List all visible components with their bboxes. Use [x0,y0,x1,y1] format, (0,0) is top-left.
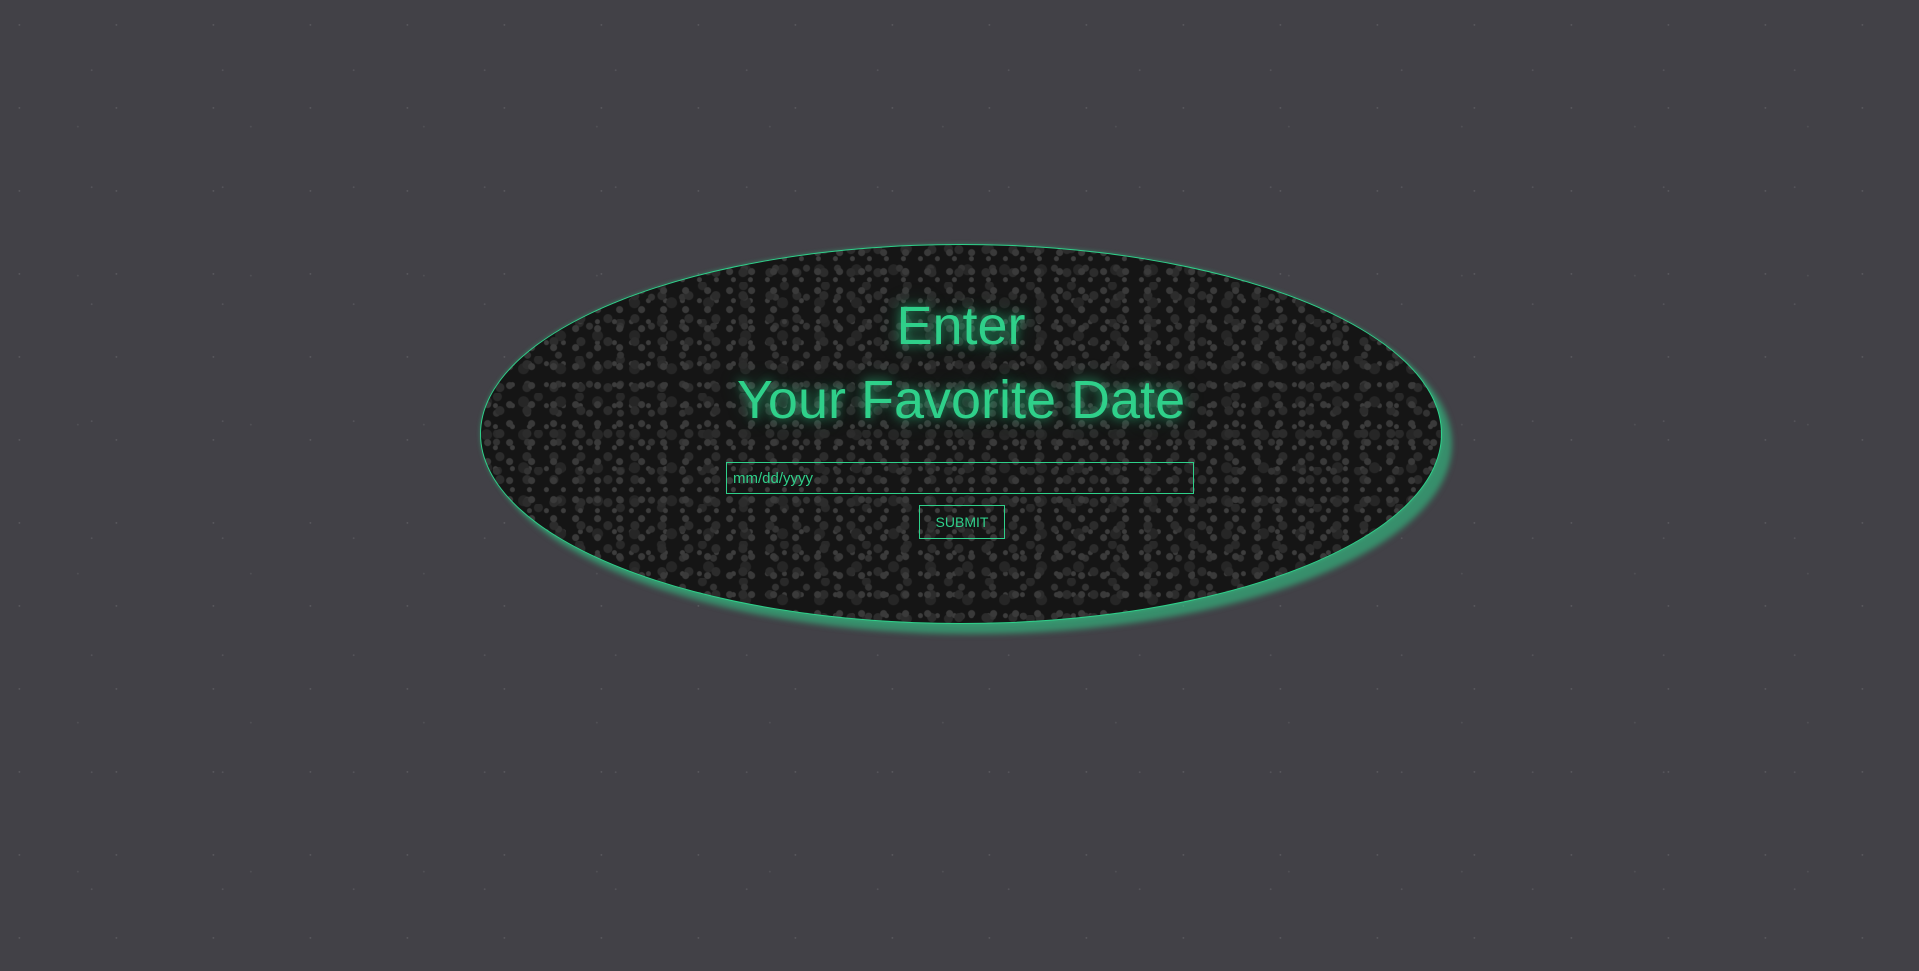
title-enter: Enter [896,296,1026,356]
date-form-panel: Enter Your Favorite Date SUBMIT [480,244,1442,624]
submit-button[interactable]: SUBMIT [919,505,1005,539]
title-favorite-date: Your Favorite Date [736,370,1186,430]
date-form: Enter Your Favorite Date SUBMIT [481,245,1441,623]
date-input[interactable] [726,462,1194,494]
page-background: Enter Your Favorite Date SUBMIT [0,0,1919,971]
